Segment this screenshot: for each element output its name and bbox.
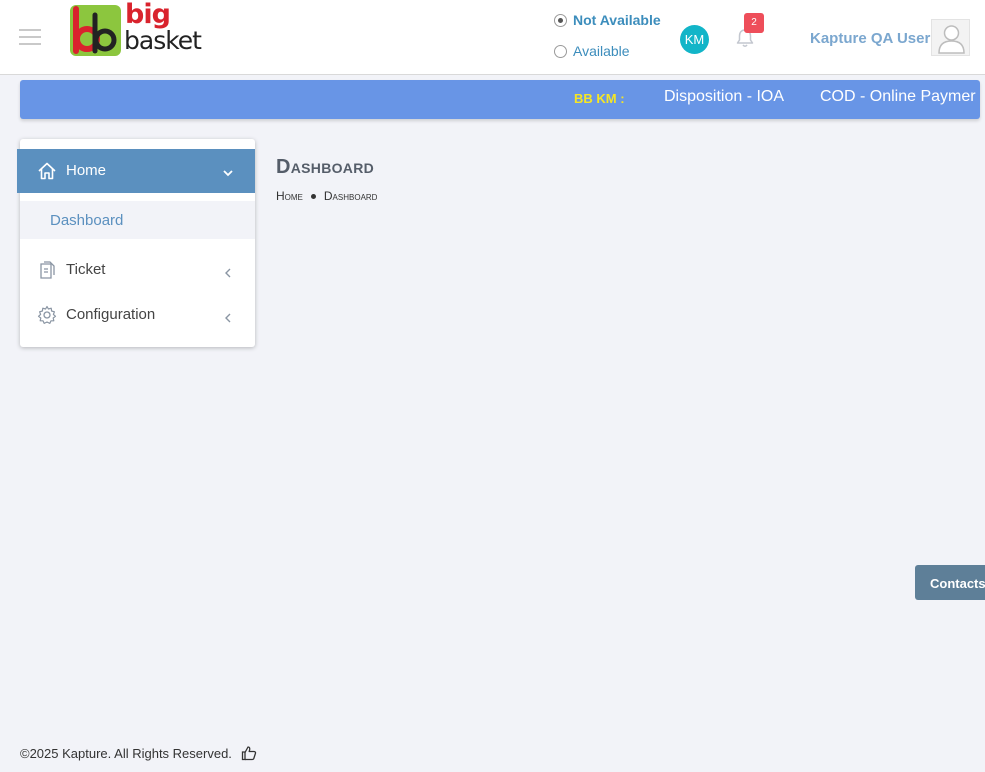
footer: ©2025 Kapture. All Rights Reserved. [20,745,257,761]
sidebar-subitem-label: Dashboard [50,212,124,229]
logo-text-basket: basket [124,26,202,55]
breadcrumb: Home Dashboard [276,189,377,203]
status-label-not-available: Not Available [573,12,661,28]
user-name-link[interactable]: Kapture QA User [810,30,930,47]
notification-count-badge[interactable]: 2 [744,13,764,33]
km-avatar-button[interactable]: KM [680,25,709,54]
sidebar-item-label: Home [66,162,107,179]
home-icon [37,161,57,181]
radio-selected-icon[interactable] [554,13,567,27]
sidebar-item-label: Configuration [66,306,156,323]
document-icon [37,260,57,280]
breadcrumb-separator [310,193,316,199]
bigbasket-logo-mark [70,5,121,56]
thumbs-up-icon[interactable] [241,745,257,761]
radio-unselected-icon[interactable] [554,44,567,58]
sidebar-subitem-dashboard[interactable]: Dashboard [20,201,255,239]
sidebar-item-label: Ticket [66,261,106,278]
breadcrumb-current: Dashboard [323,189,378,203]
gear-icon [37,305,57,325]
top-header: big basket Not Available Available KM 2 … [0,0,985,75]
bigbasket-logo[interactable]: big basket [70,0,202,57]
ticker-item-disposition[interactable]: Disposition - IOA [664,88,784,106]
announcement-ticker: BB KM : Disposition - IOA COD - Online P… [20,80,980,119]
user-avatar[interactable] [931,19,970,56]
status-label-available: Available [573,43,630,59]
sidebar-menu: Home Dashboard Ticket Configuration [17,139,255,347]
breadcrumb-home-link[interactable]: Home [276,189,303,203]
contacts-button[interactable]: Contacts [915,565,985,600]
footer-copyright: ©2025 Kapture. All Rights Reserved. [20,745,232,761]
sidebar-item-configuration[interactable]: Configuration [20,295,255,335]
chevron-left-icon [223,310,233,323]
sidebar-item-home[interactable]: Home [17,149,255,193]
status-option-not-available[interactable]: Not Available [554,10,661,30]
ticker-item-cod[interactable]: COD - Online Paymer [820,88,976,106]
hamburger-menu-icon[interactable] [19,29,41,45]
ticker-label: BB KM : [574,91,625,106]
chevron-left-icon [223,265,233,278]
availability-status: Not Available Available [554,10,661,72]
status-option-available[interactable]: Available [554,41,661,61]
page-title: Dashboard [276,156,375,178]
chevron-down-icon [222,166,234,178]
sidebar-item-ticket[interactable]: Ticket [20,250,255,290]
